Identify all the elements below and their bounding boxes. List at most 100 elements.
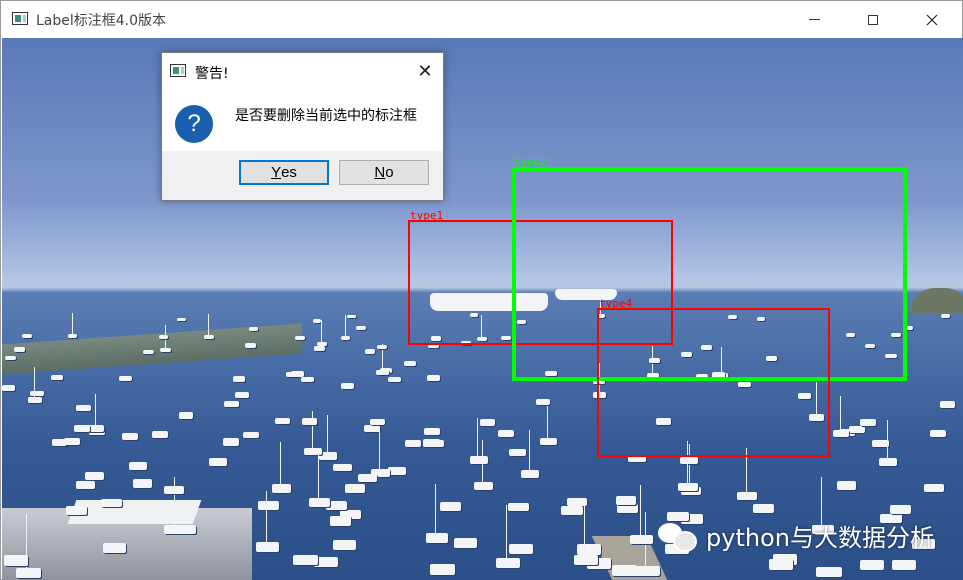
boat (340, 383, 354, 389)
mast (477, 417, 479, 456)
boat (245, 343, 256, 348)
boat (4, 355, 17, 361)
boat (364, 425, 380, 432)
boat (573, 554, 599, 566)
boat (833, 430, 850, 438)
dialog-title-bar[interactable]: 警告! ✕ (162, 53, 443, 89)
boat (753, 504, 775, 514)
boat (204, 334, 214, 340)
boat (102, 542, 127, 553)
main-window: Label标注框4.0版本 type1 type2 type4 python与大… (0, 0, 963, 580)
maximize-button[interactable] (850, 1, 896, 38)
boat (271, 484, 292, 493)
mast (528, 429, 530, 470)
mast (317, 453, 319, 498)
boat (891, 559, 917, 571)
boat (208, 458, 227, 466)
mast (321, 319, 323, 342)
boat (561, 506, 583, 516)
dialog-footer: Yes No (162, 151, 443, 200)
boat (119, 375, 132, 381)
boat (291, 371, 304, 377)
mast (34, 367, 36, 398)
boat (387, 466, 407, 475)
boat (930, 429, 947, 437)
boat (453, 538, 478, 549)
no-button[interactable]: No (339, 160, 429, 185)
app-icon (170, 64, 186, 77)
mast (71, 313, 73, 335)
boat (301, 418, 318, 425)
boat (737, 491, 758, 501)
boat (427, 375, 440, 381)
boat (128, 462, 147, 471)
close-button[interactable] (909, 1, 955, 38)
boat (859, 559, 885, 571)
watermark: python与大数据分析 (658, 518, 934, 553)
boat (497, 430, 515, 438)
no-label: o (385, 164, 394, 181)
boat (301, 376, 314, 383)
title-bar[interactable]: Label标注框4.0版本 (1, 1, 962, 38)
mast (435, 484, 437, 534)
boat (357, 473, 377, 482)
boat (15, 567, 41, 579)
boat (473, 481, 494, 490)
boat (679, 456, 698, 465)
boat (3, 555, 29, 566)
annotation-label-type1: type1 (410, 209, 444, 222)
boat (678, 482, 698, 492)
mast (280, 442, 282, 485)
boat (340, 335, 351, 341)
boat (232, 376, 246, 382)
boat (173, 524, 196, 535)
boat (423, 427, 440, 435)
maximize-icon (868, 14, 878, 25)
boat (816, 566, 842, 578)
annotation-label-type4: type4 (599, 297, 633, 310)
mast (326, 414, 328, 453)
boat (347, 314, 356, 319)
boat (76, 404, 91, 411)
window-title: Label标注框4.0版本 (36, 13, 167, 29)
boat (508, 448, 527, 457)
boat (122, 432, 139, 440)
boat (319, 452, 337, 461)
image-canvas[interactable]: type1 type2 type4 python与大数据分析 (2, 38, 963, 580)
boat (879, 458, 898, 467)
watermark-text: python与大数据分析 (706, 524, 934, 552)
boat (158, 334, 169, 339)
boat (143, 349, 155, 355)
boat (329, 516, 352, 526)
annotation-box-type4[interactable] (597, 308, 830, 457)
boat (132, 479, 152, 488)
minimize-icon (808, 19, 820, 20)
boat (50, 375, 64, 381)
yes-button[interactable]: Yes (239, 160, 329, 185)
question-icon: ? (175, 105, 213, 143)
boat (611, 565, 637, 577)
boat (63, 437, 81, 445)
boat (540, 438, 557, 446)
boat (387, 376, 401, 383)
boat (293, 555, 318, 566)
boat (849, 426, 865, 433)
boat (295, 335, 305, 340)
boat (2, 385, 16, 391)
boat (67, 334, 78, 339)
mast (584, 502, 586, 555)
boat (28, 397, 43, 404)
mast (378, 428, 380, 469)
boat (508, 502, 530, 512)
dialog-close-button[interactable]: ✕ (407, 53, 443, 89)
boat (345, 484, 365, 493)
minimize-button[interactable] (791, 1, 837, 38)
boat (630, 534, 654, 545)
boat (178, 412, 194, 419)
boat (152, 430, 169, 438)
mast (547, 402, 549, 439)
boat (224, 400, 239, 408)
boat (30, 390, 44, 397)
boat (536, 398, 551, 405)
boat (222, 438, 240, 446)
